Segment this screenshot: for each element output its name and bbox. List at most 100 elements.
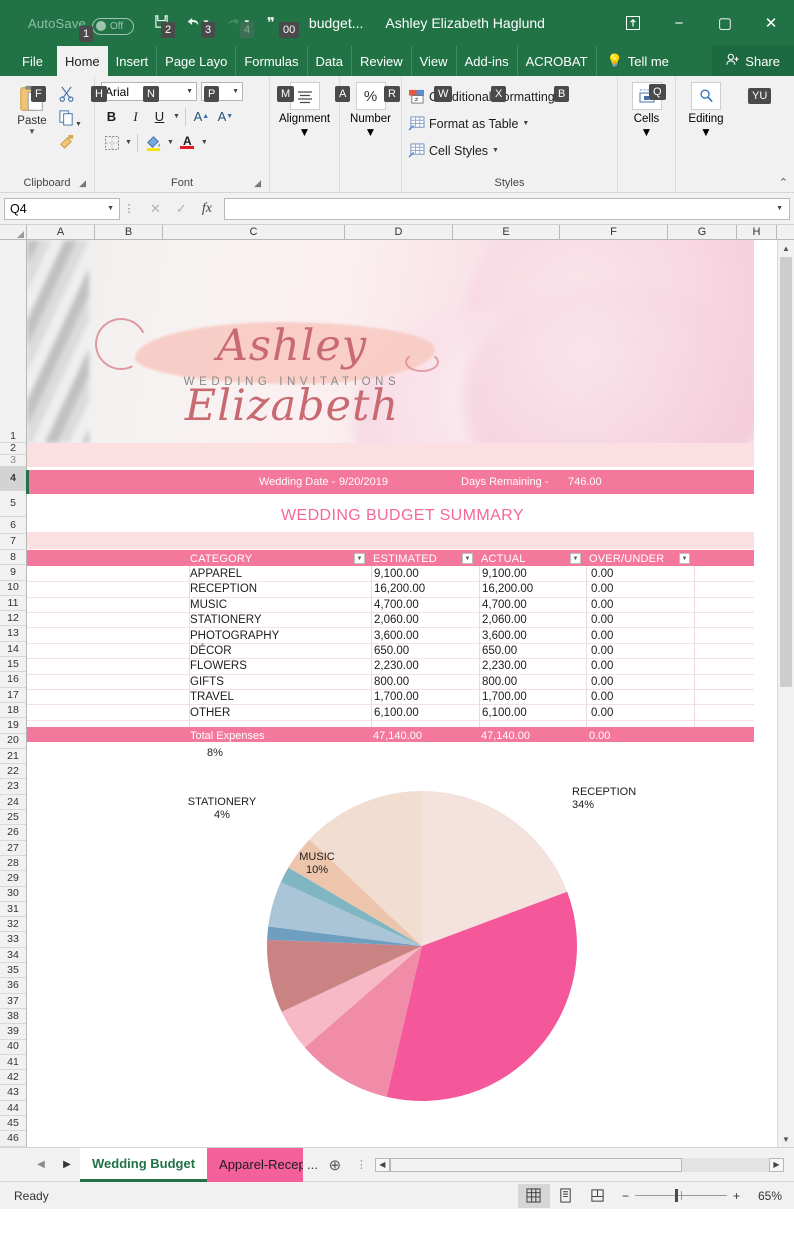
enter-formula-icon[interactable]: ✓ (176, 201, 187, 217)
row-header-19[interactable]: 19 (0, 718, 26, 734)
column-header-F[interactable]: F (560, 225, 668, 239)
collapse-ribbon-button[interactable]: ⌃ (779, 176, 788, 189)
row-header-20[interactable]: 20 (0, 733, 26, 749)
cell-styles-caret[interactable]: ▼ (492, 147, 499, 154)
format-as-table-caret[interactable]: ▼ (522, 120, 529, 127)
row-header-15[interactable]: 15 (0, 657, 26, 673)
ribbon-tab-data[interactable]: Data (308, 46, 352, 76)
row-header-10[interactable]: 10 (0, 580, 26, 596)
font-size-caret[interactable]: ▼ (232, 88, 239, 95)
row-header-17[interactable]: 17 (0, 687, 26, 703)
row-header-13[interactable]: 13 (0, 626, 26, 642)
cancel-formula-icon[interactable]: ✕ (150, 201, 161, 217)
bold-button[interactable]: B (101, 106, 122, 127)
name-box-caret[interactable]: ▼ (107, 205, 114, 212)
column-header-B[interactable]: B (95, 225, 163, 239)
fill-color-icon[interactable] (143, 132, 164, 153)
sheet-prev-button[interactable]: ◀ (28, 1159, 54, 1170)
hscroll-left-arrow[interactable]: ◀ (374, 1157, 390, 1172)
ribbon-tab-view[interactable]: View (412, 46, 457, 76)
column-header-C[interactable]: C (163, 225, 345, 239)
quick-access-icon[interactable]: ❞ (267, 14, 275, 32)
expand-formula-bar-caret[interactable]: ▼ (776, 205, 783, 212)
row-header-39[interactable]: 39 (0, 1024, 26, 1040)
decrease-font-size-button[interactable]: A ▼ (215, 106, 236, 127)
row-header-24[interactable]: 24 (0, 794, 26, 811)
close-button[interactable]: ✕ (748, 0, 794, 46)
scroll-down-arrow[interactable]: ▼ (778, 1131, 794, 1147)
row-header-38[interactable]: 38 (0, 1008, 26, 1025)
horizontal-scroll-thumb[interactable] (389, 1157, 682, 1172)
row-header-36[interactable]: 36 (0, 978, 26, 994)
row-header-32[interactable]: 32 (0, 917, 26, 933)
row-header-37[interactable]: 37 (0, 993, 26, 1009)
page-layout-view-icon[interactable] (550, 1184, 582, 1208)
format-as-table-button[interactable]: Format as Table ▼ (408, 111, 611, 136)
row-header-3[interactable]: 3 (0, 455, 26, 467)
row-header-21[interactable]: 21 (0, 748, 26, 765)
vertical-scrollbar[interactable]: ▲ ▼ (777, 240, 794, 1147)
formula-input[interactable]: ▼ (223, 197, 790, 220)
maximize-button[interactable]: ▢ (702, 0, 748, 46)
italic-button[interactable]: I (125, 106, 146, 127)
row-header-27[interactable]: 27 (0, 840, 26, 856)
row-header-45[interactable]: 45 (0, 1115, 26, 1132)
add-sheet-button[interactable]: ⊕ (322, 1156, 348, 1174)
row-header-14[interactable]: 14 (0, 641, 26, 658)
cells-area[interactable]: Ashley Elizabeth WEDDING INVITATIONS Wed… (26, 240, 794, 1147)
row-header-22[interactable]: 22 (0, 764, 26, 780)
normal-view-icon[interactable] (517, 1183, 550, 1208)
filter-button-over-under[interactable]: ▼ (679, 553, 690, 564)
row-header-8[interactable]: 8 (0, 550, 26, 566)
minimize-button[interactable]: − (656, 0, 702, 46)
zoom-slider-track[interactable] (634, 1189, 727, 1202)
row-header-41[interactable]: 41 (0, 1054, 26, 1071)
row-header-11[interactable]: 11 (0, 595, 26, 612)
ribbon-tab-addins[interactable]: Add-ins (457, 46, 518, 76)
zoom-percentage[interactable]: 65% (746, 1189, 782, 1203)
select-all-button[interactable] (0, 225, 27, 239)
column-header-G[interactable]: G (668, 225, 737, 239)
row-header-46[interactable]: 46 (0, 1131, 26, 1147)
row-header-18[interactable]: 18 (0, 702, 26, 719)
column-header-H[interactable]: H (737, 225, 777, 239)
name-box[interactable]: Q4 ▼ (4, 197, 120, 220)
hscroll-right-arrow[interactable]: ▶ (769, 1157, 784, 1172)
ribbon-tab-home[interactable]: Home (56, 46, 108, 76)
column-header-E[interactable]: E (453, 225, 560, 239)
row-header-16[interactable]: 16 (0, 672, 26, 688)
ribbon-tab-formulas[interactable]: Formulas (236, 46, 308, 76)
share-button[interactable]: Share (712, 46, 794, 76)
underline-caret[interactable]: ▼ (173, 113, 180, 120)
row-header-12[interactable]: 12 (0, 611, 26, 627)
row-header-28[interactable]: 28 (0, 855, 26, 872)
fill-color-caret[interactable]: ▼ (167, 139, 174, 146)
increase-font-size-button[interactable]: A ▲ (191, 106, 212, 127)
zoom-slider-thumb[interactable] (674, 1189, 678, 1202)
horizontal-scrollbar[interactable]: ◀ ▶ (374, 1156, 784, 1173)
paste-dropdown-caret[interactable]: ▼ (28, 127, 36, 136)
ribbon-tab-file[interactable]: File (0, 46, 57, 76)
ribbon-tab-insert[interactable]: Insert (108, 46, 158, 76)
borders-caret[interactable]: ▼ (125, 139, 132, 146)
cells-caret[interactable]: ▼ (641, 125, 653, 139)
ribbon-tab-page-layout[interactable]: Page Layo (157, 46, 237, 76)
sheet-tab-apparel-reception[interactable]: Apparel-Recep (207, 1147, 304, 1182)
ribbon-display-options-icon[interactable] (610, 0, 656, 46)
hscroll-track[interactable] (389, 1157, 769, 1172)
cell-styles-button[interactable]: Cell Styles ▼ (408, 138, 611, 163)
ribbon-tab-review[interactable]: Review (352, 46, 412, 76)
borders-icon[interactable] (101, 132, 122, 153)
row-header-43[interactable]: 43 (0, 1085, 26, 1101)
budget-pie-chart[interactable]: APPAREL19%RECEPTION34%MUSIC10%STATIONERY… (27, 748, 754, 1147)
row-header-44[interactable]: 44 (0, 1100, 26, 1116)
insert-function-icon[interactable]: fx (202, 201, 212, 217)
row-header-40[interactable]: 40 (0, 1039, 26, 1055)
sheet-tab-wedding-budget[interactable]: Wedding Budget (80, 1147, 208, 1182)
page-break-view-icon[interactable] (582, 1184, 614, 1208)
row-header-6[interactable]: 6 (0, 517, 26, 534)
scroll-up-arrow[interactable]: ▲ (778, 240, 794, 256)
format-painter-icon[interactable] (58, 133, 82, 153)
filter-button-actual[interactable]: ▼ (570, 553, 581, 564)
column-header-A[interactable]: A (27, 225, 95, 239)
